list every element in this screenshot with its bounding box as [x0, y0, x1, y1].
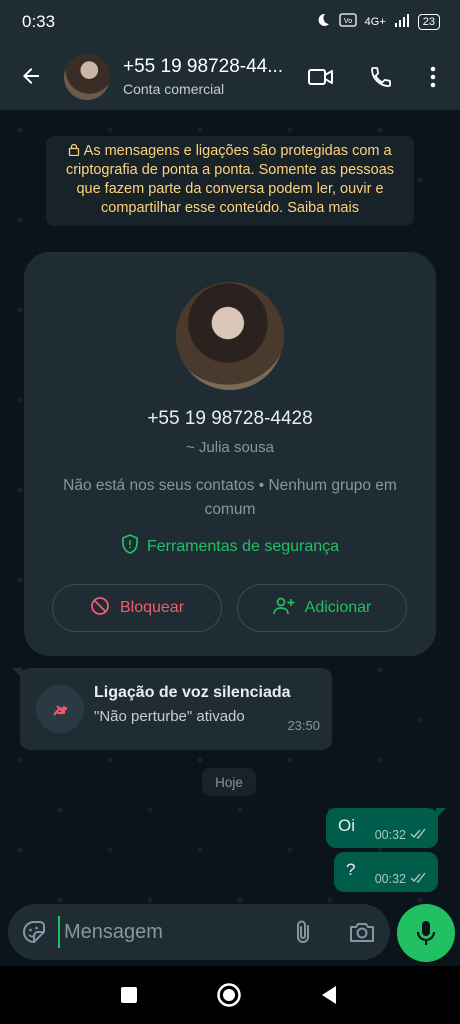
- volte-icon: Vo: [338, 13, 357, 30]
- phone-icon[interactable]: [366, 62, 396, 92]
- recents-icon[interactable]: [116, 982, 142, 1008]
- outgoing-message[interactable]: Oi 00:32: [326, 808, 446, 848]
- back-arrow-icon[interactable]: [16, 61, 46, 91]
- call-time: 23:50: [287, 718, 320, 733]
- contact-profile-card: +55 19 98728-4428 ~ Julia sousa Não está…: [24, 252, 436, 656]
- missed-call-icon: [36, 685, 84, 733]
- double-check-icon: [410, 828, 428, 842]
- status-time: 0:33: [22, 12, 56, 31]
- video-call-icon[interactable]: [306, 62, 336, 92]
- message-meta: 00:32: [375, 872, 428, 886]
- mic-icon[interactable]: [397, 904, 455, 962]
- message-time: 00:32: [374, 872, 406, 886]
- dnd-moon-icon: [315, 12, 331, 31]
- outgoing-message[interactable]: ? 00:32: [334, 852, 438, 892]
- message-text: ?: [346, 860, 356, 879]
- contact-subtitle[interactable]: Conta comercial: [123, 81, 224, 97]
- sticker-icon[interactable]: [20, 918, 48, 946]
- contact-name[interactable]: +55 19 98728-44...: [123, 56, 303, 78]
- block-icon: [90, 596, 110, 621]
- message-composer: [8, 904, 390, 960]
- security-tools-link[interactable]: Ferramentas de segurança: [24, 534, 436, 559]
- message-text: Oi: [338, 816, 355, 835]
- signal-icon: [394, 13, 410, 30]
- block-button[interactable]: Bloquear: [52, 584, 222, 632]
- call-subtitle: "Não perturbe" ativado: [94, 708, 245, 725]
- call-title: Ligação de voz silenciada: [94, 684, 291, 701]
- message-meta: 00:32: [375, 828, 428, 842]
- profile-alias: ~ Julia sousa: [186, 439, 274, 456]
- shield-icon: [121, 534, 139, 559]
- lock-icon: [68, 143, 83, 159]
- encryption-text: As mensagens e ligações são protegidas c…: [65, 143, 395, 216]
- chat-area[interactable]: As mensagens e ligações são protegidas c…: [0, 110, 460, 964]
- profile-phone: +55 19 98728-4428: [147, 408, 313, 429]
- back-nav-icon[interactable]: [316, 982, 342, 1008]
- status-bar: 0:33 Vo 4G+ 23: [0, 0, 460, 44]
- camera-icon[interactable]: [348, 918, 376, 946]
- block-label: Bloquear: [119, 599, 185, 616]
- svg-text:Vo: Vo: [344, 18, 352, 25]
- security-tools-label: Ferramentas de segurança: [146, 537, 340, 555]
- contact-avatar[interactable]: [64, 54, 110, 100]
- silenced-call-message[interactable]: Ligação de voz silenciada "Não perturbe"…: [12, 668, 332, 750]
- profile-info: Não está nos seus contatos • Nenhum grup…: [63, 477, 397, 518]
- home-icon[interactable]: [216, 982, 242, 1008]
- network-type: 4G+: [364, 15, 386, 28]
- message-input[interactable]: [58, 916, 278, 948]
- double-check-icon: [410, 872, 428, 886]
- status-icons: Vo 4G+ 23: [315, 12, 440, 31]
- encryption-notice[interactable]: As mensagens e ligações são protegidas c…: [46, 136, 414, 226]
- add-contact-button[interactable]: Adicionar: [237, 584, 407, 632]
- add-contact-label: Adicionar: [304, 599, 372, 616]
- chat-header: +55 19 98728-44... Conta comercial: [0, 44, 460, 110]
- system-nav-bar: [0, 966, 460, 1024]
- date-separator: Hoje: [202, 768, 256, 796]
- battery-level: 23: [417, 13, 440, 30]
- more-vert-icon[interactable]: [418, 62, 448, 92]
- profile-avatar[interactable]: [176, 282, 284, 390]
- attach-icon[interactable]: [290, 918, 318, 946]
- message-time: 00:32: [374, 828, 406, 842]
- person-add-icon: [272, 597, 295, 620]
